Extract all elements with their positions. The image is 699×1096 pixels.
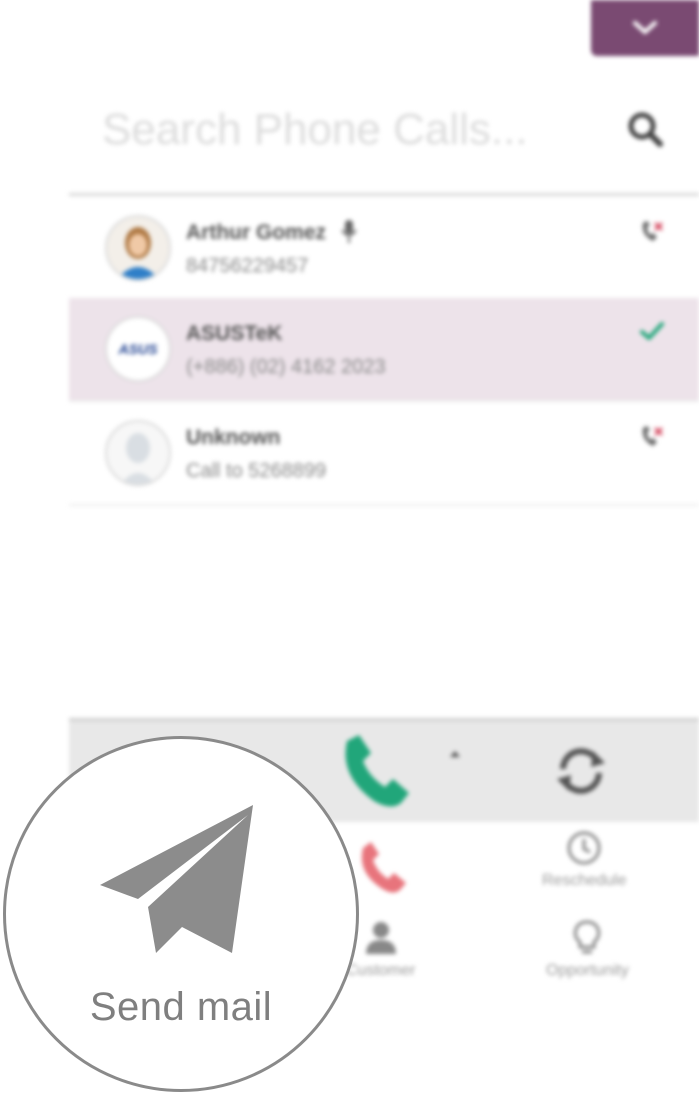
missed-call-icon <box>642 221 663 241</box>
search-divider <box>69 193 699 196</box>
refresh-icon[interactable] <box>553 743 609 799</box>
search-icon[interactable] <box>626 110 666 150</box>
hang-up-button[interactable] <box>355 840 411 896</box>
customer-label: Customer <box>346 962 416 979</box>
asus-logo-text: ASUS <box>118 341 159 357</box>
avatar <box>105 215 171 281</box>
paper-plane-icon[interactable] <box>98 803 258 963</box>
reschedule-label: Reschedule <box>542 872 627 889</box>
chevron-down-icon <box>633 21 657 34</box>
reschedule-button[interactable]: Reschedule <box>542 830 627 890</box>
call-row-unknown[interactable]: Unknown Call to 5268899 <box>69 402 699 506</box>
call-row-arthur-gomez[interactable]: Arthur Gomez 84756229457 <box>69 197 699 301</box>
search-input[interactable] <box>100 98 604 162</box>
missed-call-icon <box>642 426 663 446</box>
avatar: ASUS <box>105 316 171 382</box>
caller-number: Call to 5268899 <box>186 460 327 482</box>
phone-call-icon[interactable] <box>339 731 419 811</box>
lightbulb-icon <box>574 920 601 954</box>
microphone-icon <box>341 220 357 243</box>
checkmark-icon <box>640 322 664 340</box>
caller-name: ASUSTeK <box>186 322 283 345</box>
opportunity-label: Opportunity <box>546 962 629 979</box>
send-mail-label[interactable]: Send mail <box>6 985 356 1030</box>
clock-icon <box>567 831 601 865</box>
caller-number: 84756229457 <box>186 255 309 277</box>
send-mail-magnifier: Send mail <box>3 736 359 1092</box>
caller-name: Unknown <box>186 426 281 449</box>
caret-up-icon[interactable] <box>450 751 460 757</box>
user-icon <box>365 922 396 954</box>
hang-up-phone-icon <box>361 842 406 893</box>
caller-number: (+886) (02) 4162 2023 <box>186 356 386 378</box>
opportunity-button[interactable]: Opportunity <box>546 920 629 980</box>
panel-toggle-button[interactable] <box>591 0 699 56</box>
caller-name: Arthur Gomez <box>186 221 327 244</box>
call-row-asustek[interactable]: ASUS ASUSTeK (+886) (02) 4162 2023 <box>69 298 699 402</box>
avatar <box>105 420 171 486</box>
